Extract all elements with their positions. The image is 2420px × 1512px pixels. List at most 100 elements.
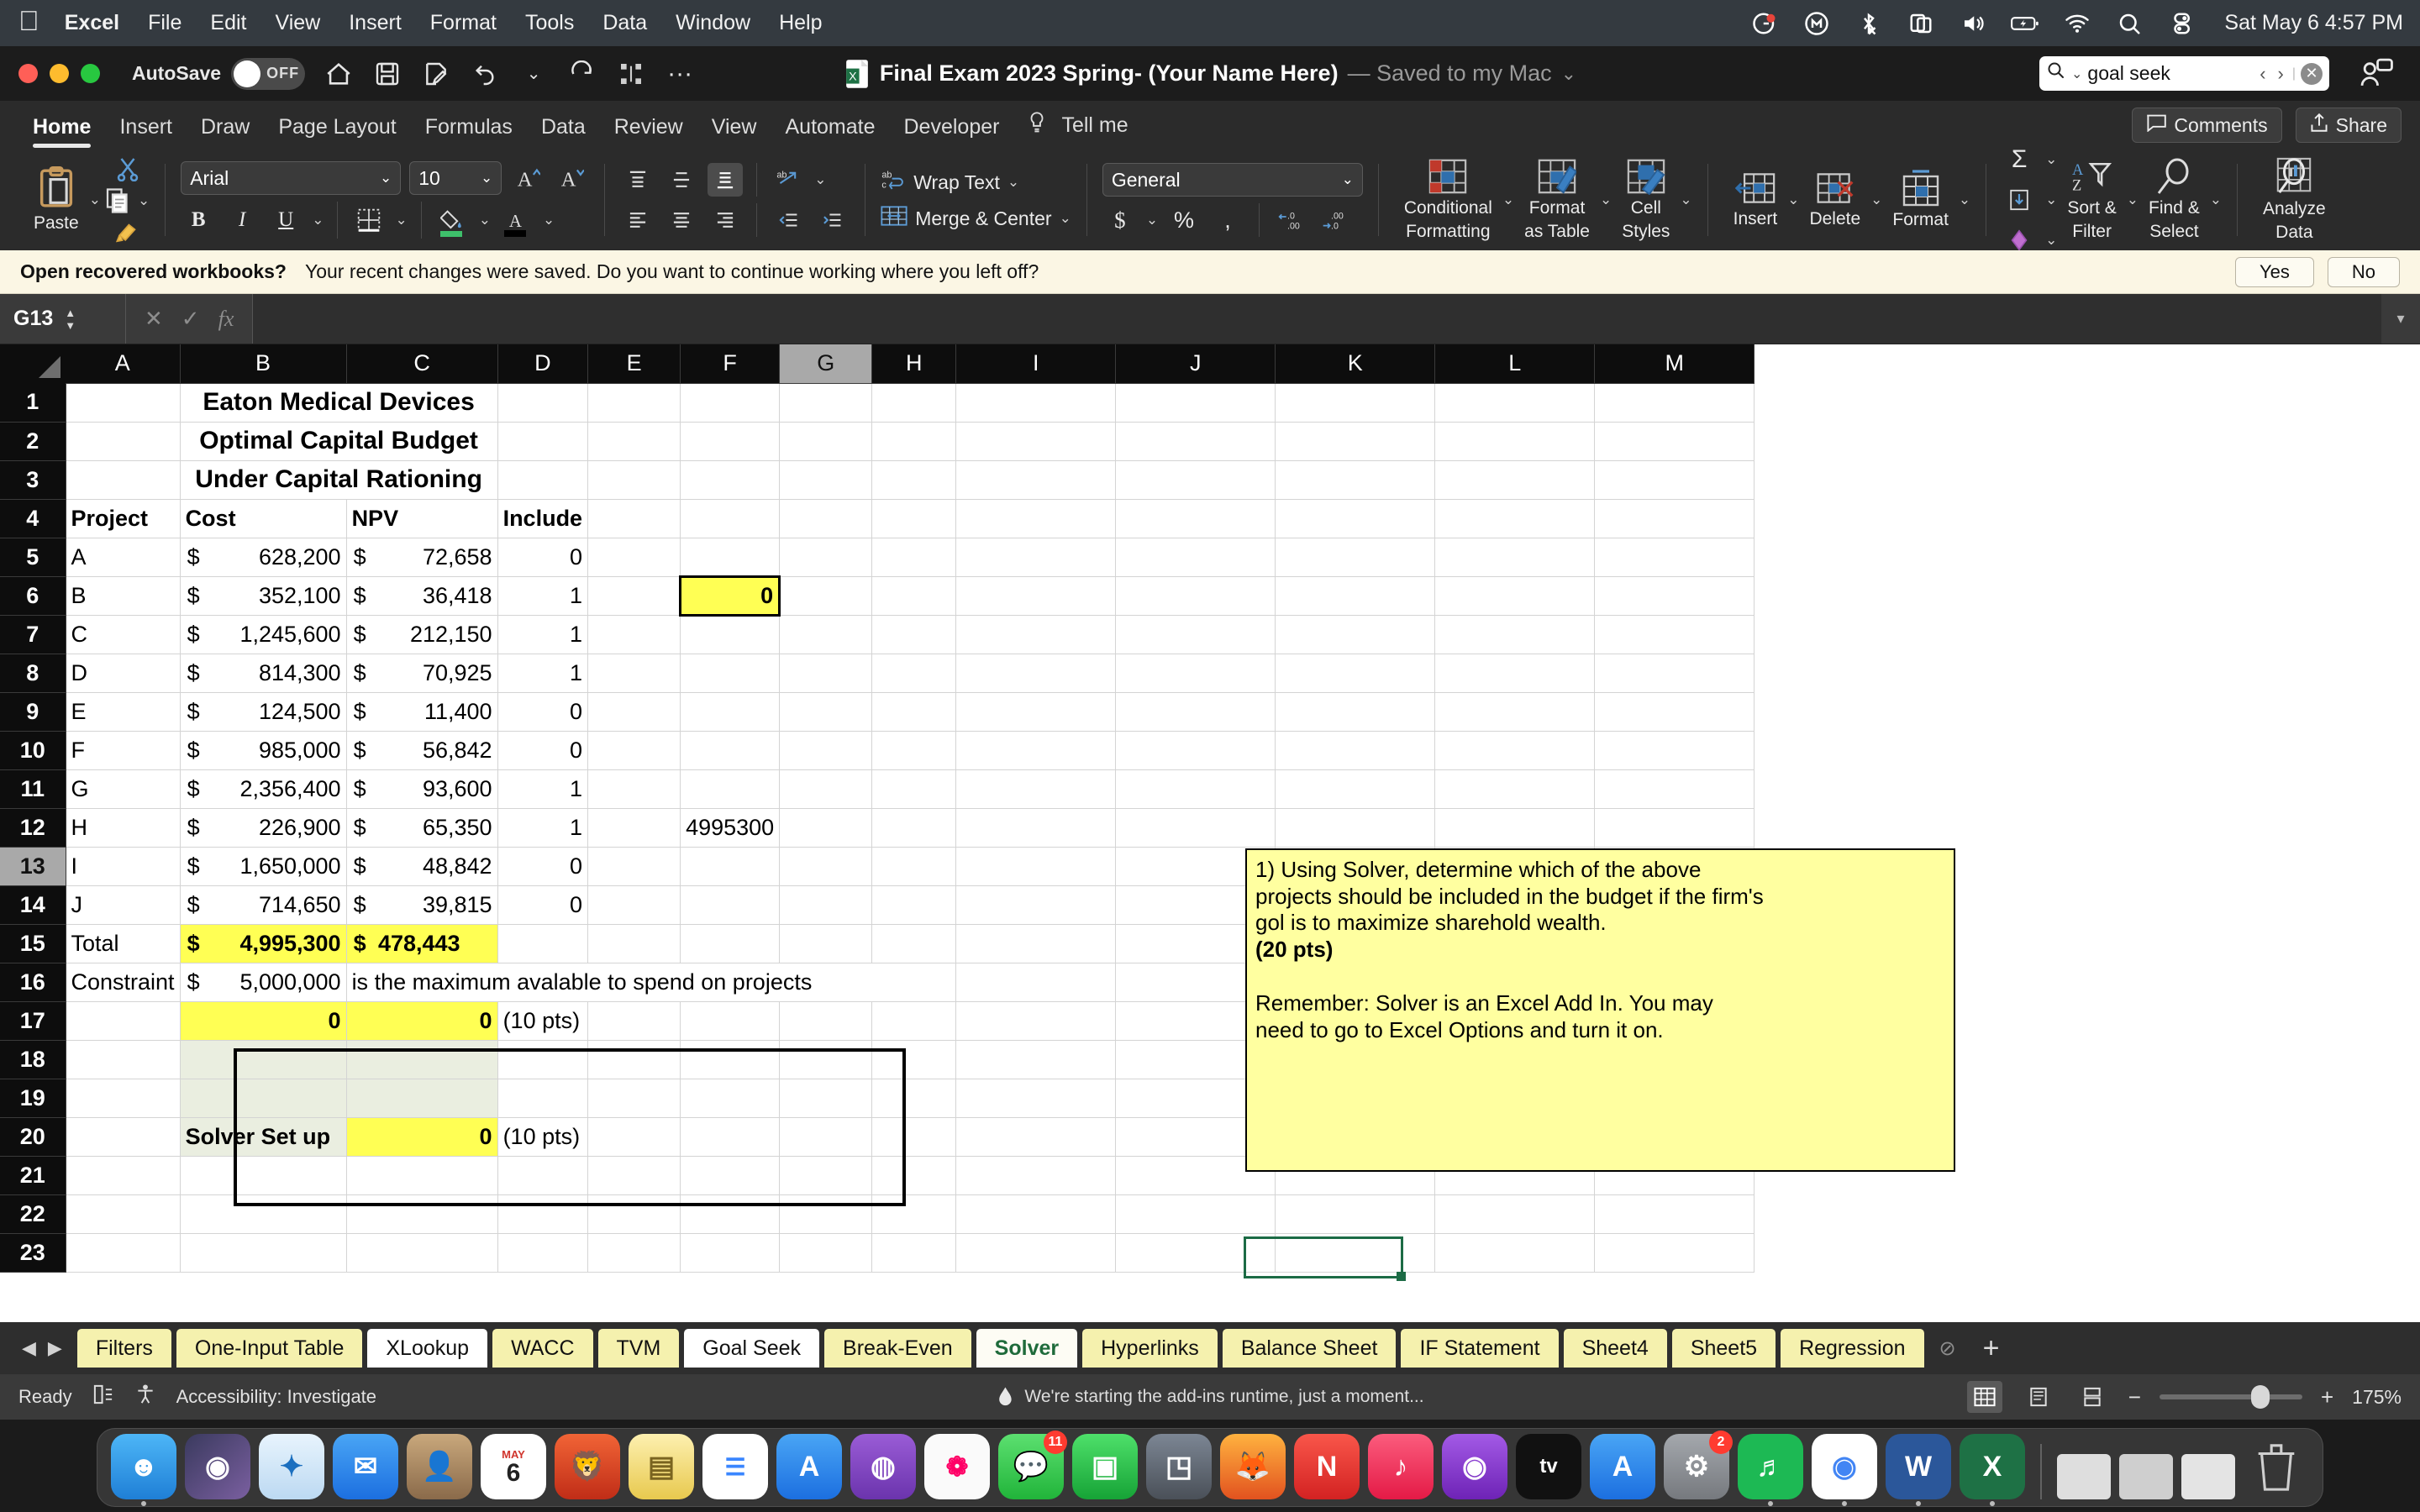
cell-F7[interactable] <box>680 615 781 654</box>
increase-decimal-icon[interactable]: .0.00 <box>1273 203 1308 237</box>
cell-D11[interactable]: 1 <box>497 769 589 809</box>
cell-H2[interactable] <box>871 422 957 461</box>
decrease-font-size-icon[interactable]: A <box>554 161 589 195</box>
tab-home[interactable]: Home <box>18 115 105 150</box>
tab-automate[interactable]: Automate <box>771 115 889 150</box>
autosum-chevron-down-icon[interactable]: ⌄ <box>2045 151 2057 168</box>
bold-button[interactable]: B <box>181 203 216 237</box>
insert-function-icon[interactable]: fx <box>218 307 234 332</box>
cell-B23[interactable] <box>180 1233 347 1273</box>
cell-J11[interactable] <box>1115 769 1276 809</box>
insert-chevron-down-icon[interactable]: ⌄ <box>1787 192 1799 208</box>
cell-G17[interactable] <box>779 1001 873 1041</box>
sheet-tab-sheet5[interactable]: Sheet5 <box>1671 1329 1776 1368</box>
sheet-tab-sheet4[interactable]: Sheet4 <box>1563 1329 1667 1368</box>
doc-thumb-3[interactable] <box>2181 1454 2235 1499</box>
align-left-icon[interactable] <box>620 203 655 237</box>
zoom-slider-handle[interactable] <box>2250 1385 2270 1409</box>
cell-H12[interactable] <box>871 808 957 848</box>
m-circle-icon[interactable] <box>1802 9 1831 38</box>
cell-C17[interactable]: 0 <box>346 1001 498 1041</box>
cell-J6[interactable] <box>1115 576 1276 616</box>
cell-M10[interactable] <box>1594 731 1755 770</box>
recovery-no-button[interactable]: No <box>2327 256 2400 287</box>
word-icon[interactable]: W <box>1886 1434 1951 1506</box>
col-header-M[interactable]: M <box>1594 344 1755 384</box>
screen-mirror-icon[interactable] <box>1907 9 1935 38</box>
menu-tools[interactable]: Tools <box>525 11 574 35</box>
cell-H10[interactable] <box>871 731 957 770</box>
cell-D17[interactable]: (10 pts) <box>497 1001 589 1041</box>
cell-A18[interactable] <box>66 1040 181 1079</box>
prev-sheet-icon[interactable]: ◀ <box>22 1337 36 1359</box>
cell-I18[interactable] <box>955 1040 1117 1079</box>
cell-F15[interactable] <box>680 924 781 963</box>
doc-thumb-2[interactable] <box>2119 1454 2173 1499</box>
menu-window[interactable]: Window <box>676 11 750 35</box>
cell-E14[interactable] <box>587 885 681 925</box>
cell-C9[interactable]: $11,400 <box>346 692 498 732</box>
cell-I15[interactable] <box>955 924 1117 963</box>
cell-L22[interactable] <box>1434 1194 1596 1234</box>
fat-chevron-down-icon[interactable]: ⌄ <box>1600 192 1612 208</box>
cell-F3[interactable] <box>680 460 781 500</box>
cell-C16[interactable]: is the maximum avalable to spend on proj… <box>346 963 957 1002</box>
search-prev-icon[interactable]: ‹ <box>2256 63 2269 85</box>
cell-A23[interactable] <box>66 1233 181 1273</box>
cell-F9[interactable] <box>680 692 781 732</box>
increase-font-size-icon[interactable]: A <box>510 161 545 195</box>
col-header-E[interactable]: E <box>587 344 681 384</box>
currency-chevron-down-icon[interactable]: ⌄ <box>1146 212 1158 228</box>
cell-M3[interactable] <box>1594 460 1755 500</box>
cell-D15[interactable] <box>497 924 589 963</box>
cell-G2[interactable] <box>779 422 873 461</box>
align-top-icon[interactable] <box>620 163 655 197</box>
cell-J7[interactable] <box>1115 615 1276 654</box>
trash-icon[interactable] <box>2244 1434 2309 1499</box>
menu-file[interactable]: File <box>148 11 182 35</box>
currency-button[interactable]: $ <box>1102 203 1138 237</box>
cell-I16[interactable] <box>955 963 1117 1002</box>
cell-I12[interactable] <box>955 808 1117 848</box>
zoom-level[interactable]: 175% <box>2352 1386 2402 1409</box>
cell-G3[interactable] <box>779 460 873 500</box>
cell-L7[interactable] <box>1434 615 1596 654</box>
align-right-icon[interactable] <box>708 203 743 237</box>
cell-J9[interactable] <box>1115 692 1276 732</box>
minimize-button[interactable] <box>50 64 69 83</box>
cell-H17[interactable] <box>871 1001 957 1041</box>
cell-G4[interactable] <box>779 499 873 538</box>
control-center-icon[interactable] <box>2167 9 2196 38</box>
cell-F11[interactable] <box>680 769 781 809</box>
cell-K8[interactable] <box>1275 654 1436 693</box>
cell-I19[interactable] <box>955 1079 1117 1118</box>
cell-M9[interactable] <box>1594 692 1755 732</box>
cell-D4[interactable]: Include <box>497 499 589 538</box>
music-icon[interactable]: ♪ <box>1368 1434 1434 1499</box>
tab-view[interactable]: View <box>697 115 771 150</box>
appletv-icon[interactable]: tv <box>1516 1434 1581 1499</box>
cell-H5[interactable] <box>871 538 957 577</box>
cell-H3[interactable] <box>871 460 957 500</box>
fill-color-icon[interactable] <box>435 203 471 237</box>
percent-button[interactable]: % <box>1166 203 1202 237</box>
safari-icon[interactable]: ✦ <box>259 1434 324 1499</box>
page-layout-icon[interactable] <box>2021 1381 2056 1413</box>
apple-logo-icon[interactable]:  <box>18 7 39 34</box>
sheet-tab-wacc[interactable]: WACC <box>492 1329 593 1368</box>
cell-J22[interactable] <box>1115 1194 1276 1234</box>
cell-E8[interactable] <box>587 654 681 693</box>
search-input[interactable] <box>2087 62 2252 85</box>
autosave-control[interactable]: AutoSave OFF <box>132 57 306 90</box>
cell-D5[interactable]: 0 <box>497 538 589 577</box>
cell-J12[interactable] <box>1115 808 1276 848</box>
borders-icon[interactable] <box>351 203 387 237</box>
cell-K4[interactable] <box>1275 499 1436 538</box>
row-header-16[interactable]: 16 <box>0 963 66 1002</box>
cell-C23[interactable] <box>346 1233 498 1273</box>
cell-G12[interactable] <box>779 808 873 848</box>
select-all-corner[interactable] <box>0 344 66 383</box>
cell-C7[interactable]: $212,150 <box>346 615 498 654</box>
wrap-text-chevron-down-icon[interactable]: ⌄ <box>1007 174 1019 191</box>
comments-button[interactable]: Comments <box>2132 108 2282 143</box>
